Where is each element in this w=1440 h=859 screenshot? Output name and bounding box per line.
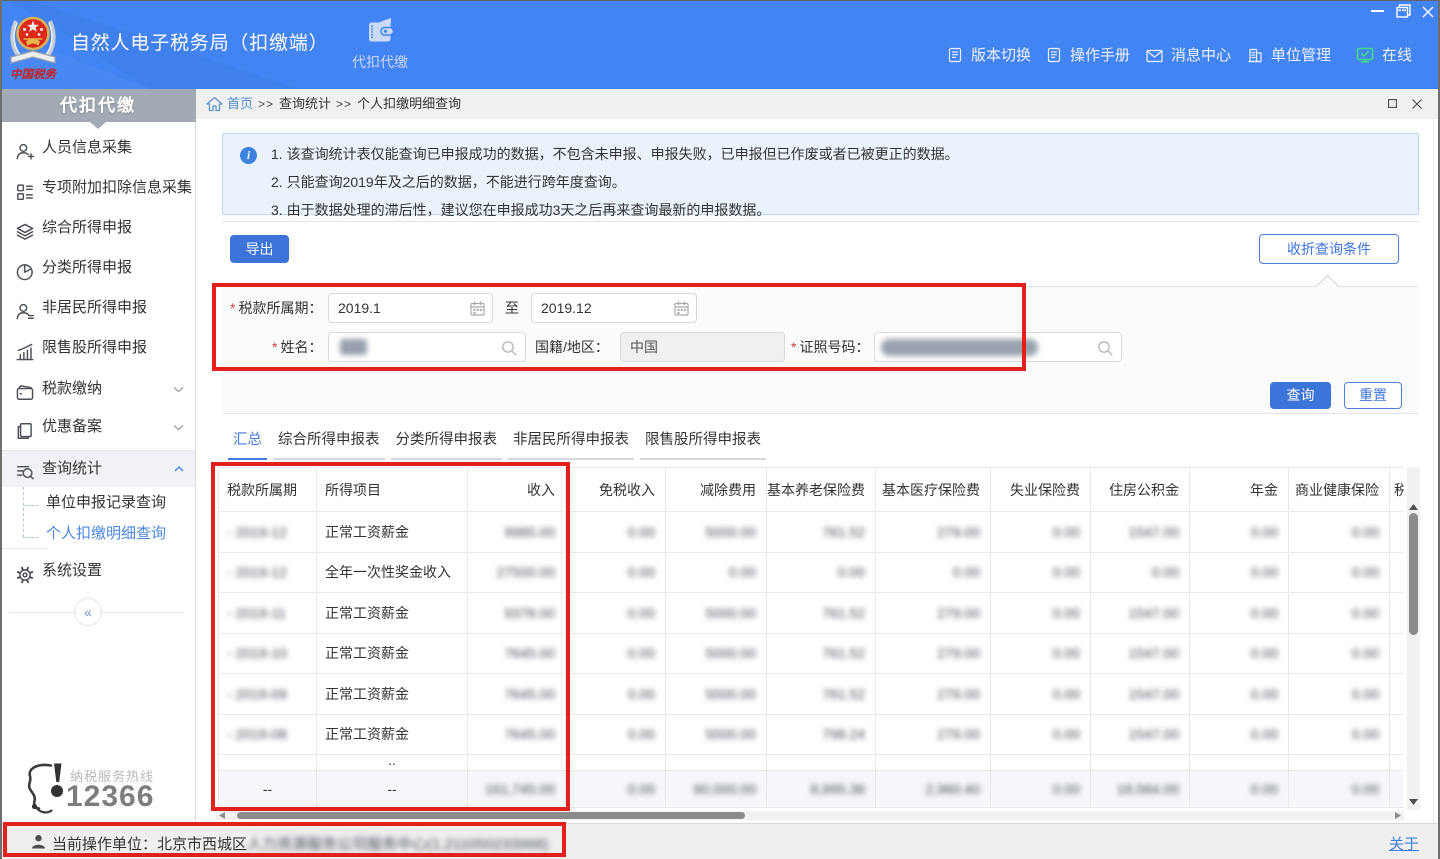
svg-text:中国税务: 中国税务: [10, 68, 57, 81]
